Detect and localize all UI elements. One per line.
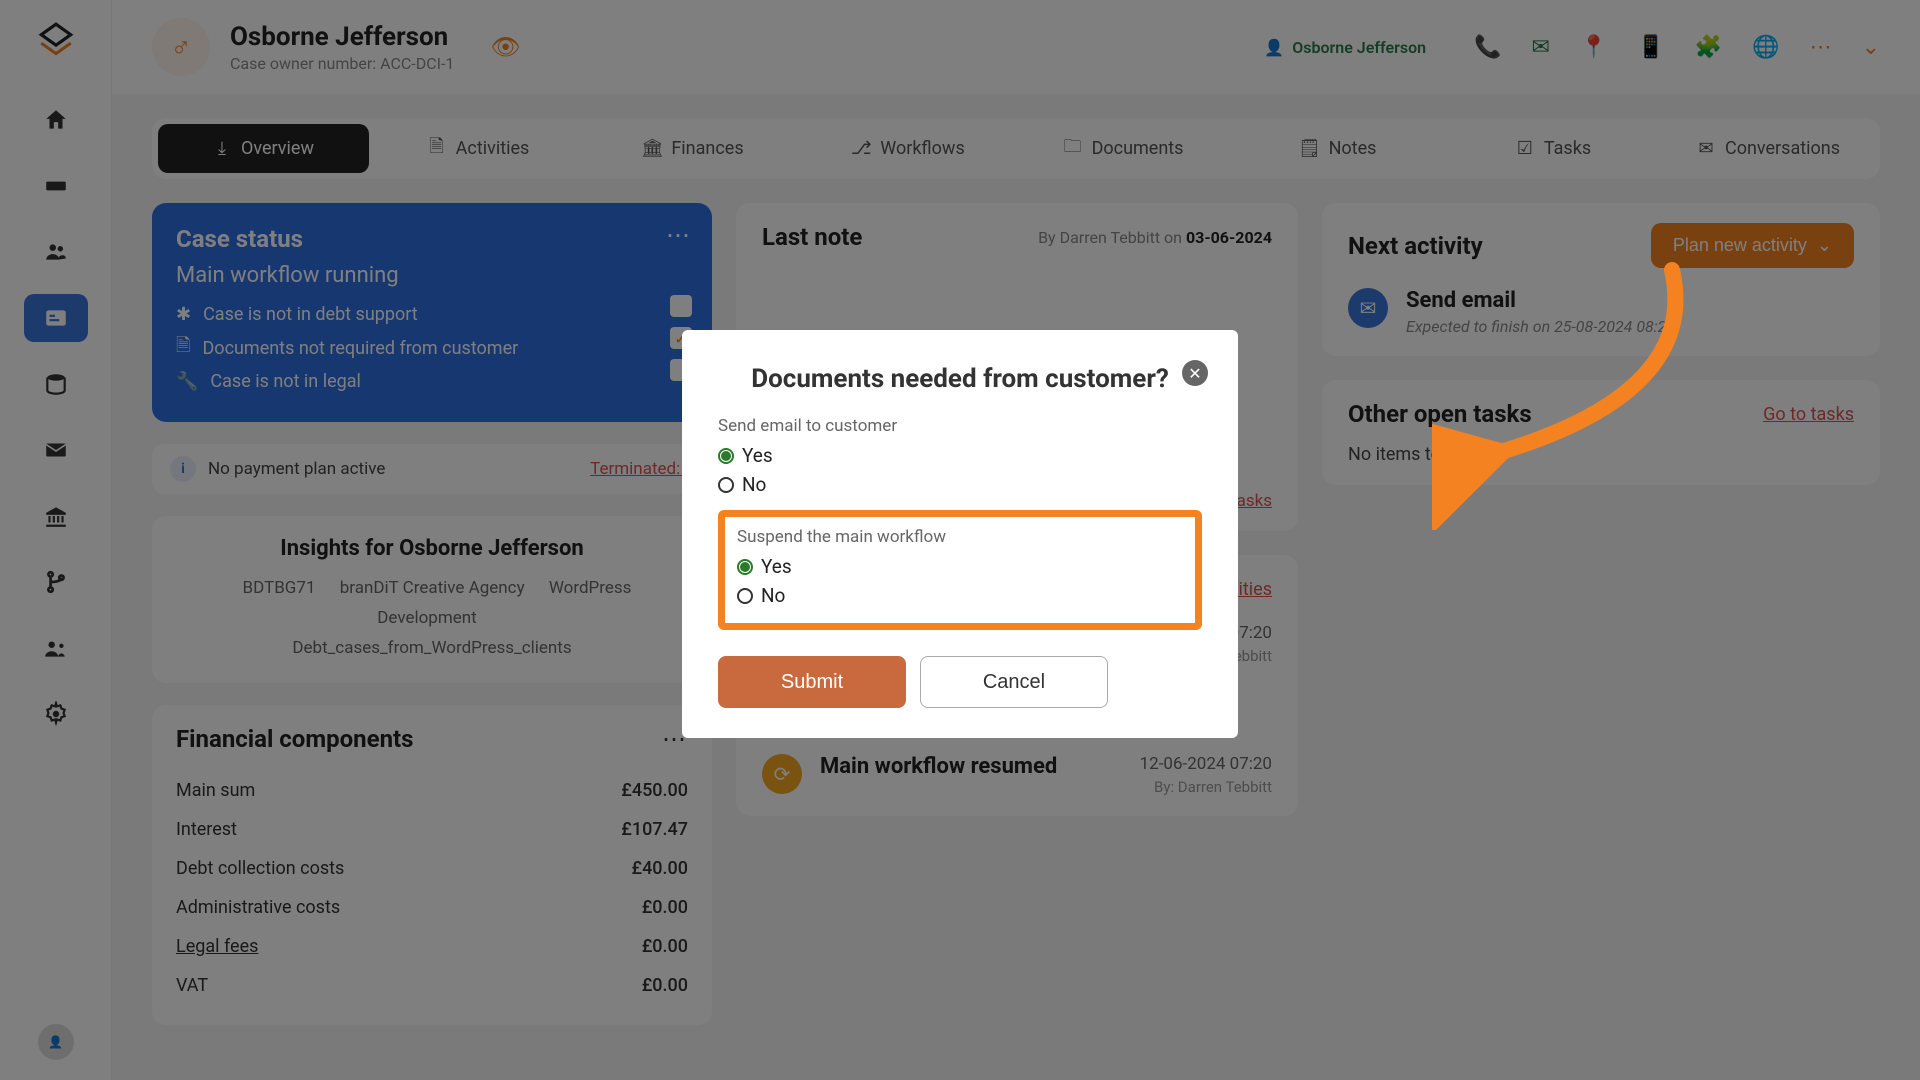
close-icon[interactable]: ✕: [1182, 360, 1208, 386]
question-send-email: Send email to customer: [718, 416, 1202, 436]
dialog-title: Documents needed from customer?: [718, 364, 1202, 394]
radio-icon: [718, 448, 734, 464]
cancel-button[interactable]: Cancel: [920, 656, 1108, 708]
question-suspend-workflow: Suspend the main workflow: [737, 527, 1183, 547]
radio-suspend-yes[interactable]: Yes: [737, 555, 1183, 578]
radio-icon: [718, 477, 734, 493]
radio-icon: [737, 588, 753, 604]
radio-icon: [737, 559, 753, 575]
radio-send-email-no[interactable]: No: [718, 473, 1202, 496]
modal-overlay: ✕ Documents needed from customer? Send e…: [0, 0, 1920, 1080]
documents-needed-dialog: ✕ Documents needed from customer? Send e…: [682, 330, 1238, 738]
submit-button[interactable]: Submit: [718, 656, 906, 708]
highlighted-suspend-section: Suspend the main workflow Yes No: [718, 510, 1202, 630]
radio-send-email-yes[interactable]: Yes: [718, 444, 1202, 467]
annotation-arrow: [1432, 250, 1702, 530]
radio-suspend-no[interactable]: No: [737, 584, 1183, 607]
